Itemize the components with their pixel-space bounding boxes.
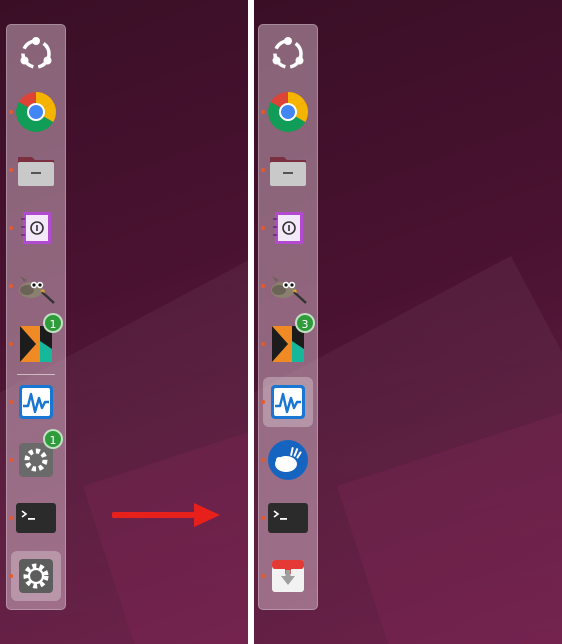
gimp-icon[interactable] [9,261,61,311]
running-indicator [9,284,13,288]
terminal-icon[interactable] [261,493,313,543]
notification-badge: 3 [295,313,315,333]
kolourpaint-icon[interactable]: 3 [261,313,315,369]
running-indicator [261,226,265,230]
notification-badge: 1 [43,313,63,333]
running-indicator [261,516,265,520]
running-indicator [9,574,13,578]
running-indicator [261,168,265,172]
desktop-before: 1 1 [0,0,248,644]
running-indicator [9,226,13,230]
notification-badge: 1 [43,429,63,449]
system-monitor-icon[interactable] [261,377,313,427]
package-install-icon[interactable] [261,551,313,601]
dock-after: 3 [258,24,318,610]
terminal-icon[interactable] [9,493,61,543]
info-notebook-icon[interactable] [261,203,313,253]
running-indicator [9,458,13,462]
running-indicator [9,400,13,404]
dock-separator [17,374,55,375]
files-folder-icon[interactable] [9,145,61,195]
transition-arrow [112,500,224,530]
software-updater-icon[interactable]: 1 [9,429,63,485]
gimp-icon[interactable] [261,261,313,311]
kolourpaint-icon[interactable]: 1 [9,313,63,369]
chrome-icon[interactable] [9,87,61,137]
info-notebook-icon[interactable] [9,203,61,253]
running-indicator [9,516,13,520]
running-indicator [9,110,13,114]
chrome-icon[interactable] [261,87,313,137]
ubuntu-logo-icon[interactable] [11,29,61,79]
running-indicator [9,342,13,346]
running-indicator [261,400,265,404]
running-indicator [9,168,13,172]
running-indicator [261,458,265,462]
running-indicator [261,574,265,578]
system-monitor-icon[interactable] [9,377,61,427]
running-indicator [261,284,265,288]
dock-before: 1 1 [6,24,66,610]
settings-icon[interactable] [9,551,61,601]
xfce-mouse-icon[interactable] [261,435,313,485]
files-folder-icon[interactable] [261,145,313,195]
running-indicator [261,342,265,346]
desktop-after: 3 [254,0,562,644]
running-indicator [261,110,265,114]
ubuntu-logo-icon[interactable] [263,29,313,79]
